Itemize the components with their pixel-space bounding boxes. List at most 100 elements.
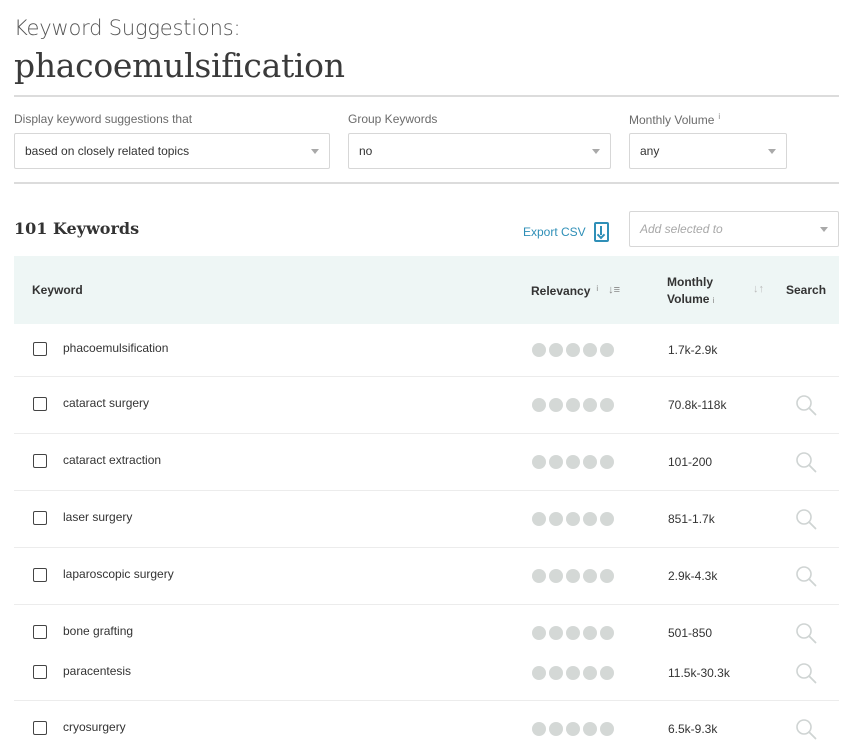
monthly-volume-value: 2.9k-4.3k: [668, 569, 718, 583]
sort-icon[interactable]: ↓↑: [753, 283, 764, 295]
export-csv-label: Export CSV: [523, 225, 586, 239]
relevancy-dots: [532, 569, 614, 583]
monthly-volume-value: 101-200: [668, 455, 713, 469]
row-checkbox[interactable]: [33, 665, 47, 679]
keyword-text[interactable]: bone grafting: [63, 624, 133, 638]
relevancy-dot: [549, 626, 563, 640]
relevancy-dot: [566, 569, 580, 583]
relevancy-dot: [566, 512, 580, 526]
relevancy-dot: [549, 512, 563, 526]
search-icon[interactable]: [795, 662, 817, 684]
keyword-text[interactable]: phacoemulsification: [63, 341, 168, 355]
export-csv-button[interactable]: Export CSV: [523, 222, 609, 242]
relevancy-dot: [549, 569, 563, 583]
row-checkbox[interactable]: [33, 568, 47, 582]
display-filter-label: Display keyword suggestions that: [14, 112, 193, 126]
row-checkbox[interactable]: [33, 397, 47, 411]
monthly-volume-label: Monthly Volume i: [629, 112, 720, 127]
monthly-volume-label-text: Monthly Volume: [629, 113, 715, 127]
search-icon[interactable]: [795, 622, 817, 644]
table-row: cataract extraction 101-200: [14, 434, 839, 491]
display-filter-select[interactable]: based on closely related topics: [14, 133, 330, 169]
relevancy-dot: [583, 455, 597, 469]
group-keywords-select[interactable]: no: [348, 133, 611, 169]
search-icon[interactable]: [795, 565, 817, 587]
column-header-search: Search: [786, 283, 827, 297]
table-row: laparoscopic surgery 2.9k-4.3k: [14, 548, 839, 605]
info-icon[interactable]: i: [718, 112, 720, 121]
relevancy-dot: [600, 722, 614, 736]
relevancy-dot: [532, 626, 546, 640]
keyword-count: 101 Keywords: [14, 219, 140, 238]
relevancy-dot: [549, 722, 563, 736]
keyword-text[interactable]: cryosurgery: [63, 720, 126, 734]
table-row: paracentesis 11.5k-30.3k: [14, 645, 839, 701]
page-title: phacoemulsification: [14, 46, 345, 85]
relevancy-dot: [600, 343, 614, 357]
volume-header-line1: Monthly: [667, 275, 713, 289]
keyword-text[interactable]: laparoscopic surgery: [63, 567, 174, 581]
display-filter-value: based on closely related topics: [25, 144, 190, 158]
column-header-keyword: Keyword: [32, 283, 83, 297]
relevancy-dot: [532, 398, 546, 412]
add-selected-select[interactable]: Add selected to: [629, 211, 839, 247]
search-icon[interactable]: [795, 394, 817, 416]
chevron-down-icon: [311, 148, 319, 154]
info-icon[interactable]: i: [596, 284, 598, 293]
relevancy-dot: [532, 343, 546, 357]
relevancy-dot: [600, 455, 614, 469]
relevancy-dots: [532, 512, 614, 526]
relevancy-dots: [532, 343, 614, 357]
column-header-relevancy[interactable]: Relevancy i ↓≡: [531, 284, 620, 298]
column-header-volume[interactable]: Monthly Volume i: [667, 274, 715, 309]
chevron-down-icon: [820, 226, 828, 232]
table-row: laser surgery 851-1.7k: [14, 491, 839, 548]
relevancy-dot: [549, 455, 563, 469]
chevron-down-icon: [768, 148, 776, 154]
row-checkbox[interactable]: [33, 721, 47, 735]
table-header: Keyword Relevancy i ↓≡ Monthly Volume i …: [14, 256, 839, 324]
row-checkbox[interactable]: [33, 342, 47, 356]
relevancy-dot: [549, 398, 563, 412]
monthly-volume-select[interactable]: any: [629, 133, 787, 169]
relevancy-dot: [583, 666, 597, 680]
monthly-volume-value: 851-1.7k: [668, 512, 715, 526]
relevancy-dot: [566, 722, 580, 736]
keyword-text[interactable]: cataract extraction: [63, 453, 161, 467]
relevancy-dot: [600, 398, 614, 412]
relevancy-dot: [566, 398, 580, 412]
info-icon[interactable]: i: [713, 296, 715, 305]
row-checkbox[interactable]: [33, 625, 47, 639]
relevancy-dot: [566, 666, 580, 680]
keyword-text[interactable]: paracentesis: [63, 664, 131, 678]
relevancy-dot: [532, 455, 546, 469]
monthly-volume-value: any: [640, 144, 660, 158]
relevancy-dot: [600, 666, 614, 680]
relevancy-dot: [532, 722, 546, 736]
chevron-down-icon: [592, 148, 600, 154]
relevancy-dot: [566, 626, 580, 640]
relevancy-dot: [549, 666, 563, 680]
relevancy-dot: [583, 343, 597, 357]
sort-descending-icon[interactable]: ↓≡: [608, 284, 620, 296]
search-icon[interactable]: [795, 508, 817, 530]
filters-divider: [14, 182, 839, 184]
relevancy-dot: [583, 398, 597, 412]
keyword-text[interactable]: cataract surgery: [63, 396, 149, 410]
relevancy-dot: [600, 626, 614, 640]
keyword-text[interactable]: laser surgery: [63, 510, 132, 524]
relevancy-dot: [549, 343, 563, 357]
group-keywords-label: Group Keywords: [348, 112, 438, 126]
monthly-volume-value: 1.7k-2.9k: [668, 343, 718, 357]
search-icon[interactable]: [795, 718, 817, 740]
table-row: phacoemulsification 1.7k-2.9k: [14, 324, 839, 377]
row-checkbox[interactable]: [33, 454, 47, 468]
relevancy-dot: [600, 512, 614, 526]
table-row: cryosurgery 6.5k-9.3k: [14, 701, 839, 756]
search-icon[interactable]: [795, 451, 817, 473]
relevancy-dot: [600, 569, 614, 583]
volume-header-line2: Volume: [667, 292, 710, 306]
monthly-volume-value: 6.5k-9.3k: [668, 722, 718, 736]
relevancy-dot: [583, 626, 597, 640]
row-checkbox[interactable]: [33, 511, 47, 525]
